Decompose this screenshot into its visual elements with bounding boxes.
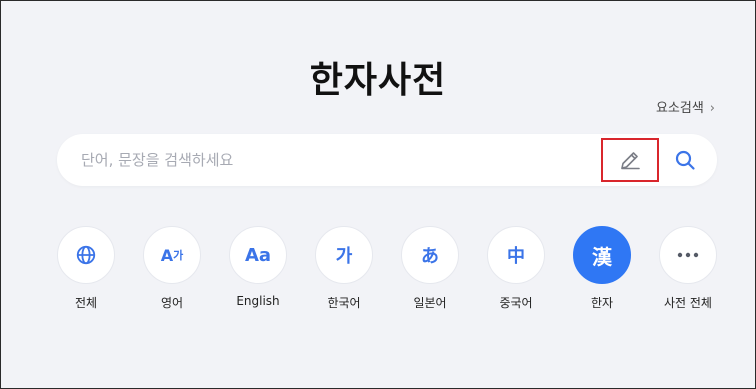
pencil-icon [621, 152, 640, 170]
category-label: 한국어 [327, 296, 361, 310]
dictionary-home: 한자사전 요소검색 › 단어, 문장을 검색하세요 전체 A 가 영어 Aa E… [0, 0, 756, 389]
hiragana-a-icon: あ [401, 226, 459, 284]
chevron-right-icon: › [709, 101, 715, 116]
dictionary-category-list: 전체 A가 영어 Aa English 가 한국어 あ 일본어 中 중국어 漢 … [57, 226, 717, 316]
more-dots-icon [677, 252, 699, 258]
aa-icon: Aa [229, 226, 287, 284]
all-dicts-icon-circle [659, 226, 717, 284]
category-all-icon-circle [57, 226, 115, 284]
ga-icon: 가 [315, 226, 373, 284]
category-label: 영어 [160, 296, 184, 310]
category-label: 한자 [590, 296, 614, 310]
category-all-dicts[interactable]: 사전 전체 [659, 226, 717, 311]
category-label: English [236, 294, 280, 308]
globe-icon [76, 245, 96, 265]
zhong-icon: 中 [487, 226, 545, 284]
english-korean-icon: A가 [143, 226, 201, 284]
category-japanese[interactable]: あ 일본어 [401, 226, 459, 311]
category-chinese[interactable]: 中 중국어 [487, 226, 545, 311]
category-label: 전체 [74, 296, 98, 310]
page-title: 한자사전 [309, 60, 447, 101]
category-label: 일본어 [413, 296, 447, 310]
category-english-dict[interactable]: A가 영어 [143, 226, 201, 311]
category-english[interactable]: Aa English [229, 226, 287, 308]
search-button[interactable] [667, 142, 703, 178]
search-icon [675, 150, 695, 170]
category-label: 사전 전체 [664, 296, 712, 310]
category-hanja[interactable]: 漢 한자 [573, 226, 631, 311]
category-label: 중국어 [499, 296, 533, 310]
search-bar [57, 134, 717, 186]
category-korean[interactable]: 가 한국어 [315, 226, 373, 311]
search-input[interactable] [81, 134, 601, 186]
element-search-link[interactable]: 요소검색 › [656, 97, 715, 116]
element-search-label: 요소검색 [655, 101, 704, 116]
category-all[interactable]: 전체 [57, 226, 115, 311]
han-icon: 漢 [573, 226, 631, 284]
handwriting-input-button[interactable] [601, 138, 659, 182]
